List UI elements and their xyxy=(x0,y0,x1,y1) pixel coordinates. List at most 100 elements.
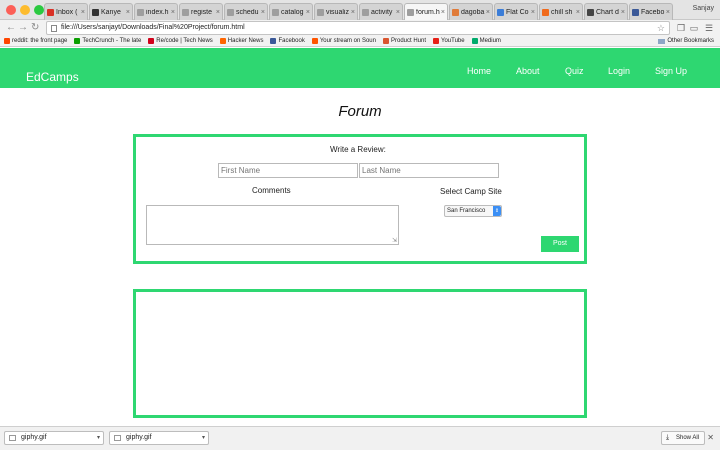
browser-tab[interactable]: Kanye × xyxy=(89,3,133,20)
browser-tab[interactable]: catalog × xyxy=(269,3,313,20)
minimize-window-button[interactable] xyxy=(20,5,30,15)
nav-link-home[interactable]: Home xyxy=(467,66,491,76)
tab-close-icon[interactable]: × xyxy=(531,9,535,16)
tab-label: Inbox ( xyxy=(56,8,78,16)
back-arrow-icon[interactable]: ← xyxy=(6,22,16,34)
browser-tab[interactable]: registe × xyxy=(179,3,223,20)
updown-arrow-icon: ⇕ xyxy=(493,206,501,216)
tab-label: forum.h xyxy=(416,8,440,16)
camp-site-selected: San Francisco xyxy=(447,208,486,214)
forward-arrow-icon[interactable]: → xyxy=(18,22,28,34)
chevron-down-icon[interactable]: ▾ xyxy=(202,432,205,444)
tab-favicon-icon xyxy=(587,8,594,16)
download-item[interactable]: giphy.gif ▾ xyxy=(4,431,104,445)
tab-close-icon[interactable]: × xyxy=(126,9,130,16)
tab-close-icon[interactable]: × xyxy=(576,9,580,16)
tab-favicon-icon xyxy=(317,8,324,16)
nav-link-login[interactable]: Login xyxy=(608,66,630,76)
tab-close-icon[interactable]: × xyxy=(171,9,175,16)
bookmark-item[interactable]: YouTube xyxy=(433,38,465,44)
menu-icon[interactable]: ☰ xyxy=(704,23,714,33)
post-button[interactable]: Post xyxy=(541,236,579,252)
browser-tab[interactable]: index.h × xyxy=(134,3,178,20)
show-all-label: Show All xyxy=(676,435,700,441)
bookmark-label: Facebook xyxy=(278,38,305,44)
tab-favicon-icon xyxy=(407,8,414,16)
tab-close-icon[interactable]: × xyxy=(666,9,670,16)
download-icon: ⤓ xyxy=(666,434,670,441)
chevron-down-icon[interactable]: ▾ xyxy=(97,432,100,444)
tab-close-icon[interactable]: × xyxy=(81,9,85,16)
browser-tab[interactable]: forum.h × xyxy=(404,3,448,20)
bookmark-item[interactable]: Facebook xyxy=(270,38,305,44)
reload-icon[interactable]: ↻ xyxy=(31,22,39,34)
other-bookmarks[interactable]: Other Bookmarks xyxy=(658,38,714,44)
nav-link-quiz[interactable]: Quiz xyxy=(565,66,584,76)
bookmark-favicon-icon xyxy=(311,38,318,44)
review-heading: Write a Review: xyxy=(330,145,386,154)
bookmark-label: Medium xyxy=(479,38,501,44)
profile-name[interactable]: Sanjay xyxy=(693,5,714,12)
address-bar[interactable]: file:///Users/sanjayt/Downloads/Final%20… xyxy=(46,21,670,35)
bookmark-label: Your stream on Soun xyxy=(319,38,376,44)
bookmark-item[interactable]: Your stream on Soun xyxy=(311,38,376,44)
tab-favicon-icon xyxy=(137,8,144,16)
tab-label: Kanye xyxy=(101,8,121,16)
bookmark-item[interactable]: Medium xyxy=(471,38,501,44)
bookmark-item[interactable]: Hacker News xyxy=(219,38,264,44)
tab-label: schedu xyxy=(236,8,259,16)
nav-link-signup[interactable]: Sign Up xyxy=(655,66,687,76)
bookmark-favicon-icon xyxy=(270,38,277,44)
tab-close-icon[interactable]: × xyxy=(441,9,445,16)
tab-label: index.h xyxy=(146,8,169,16)
camp-site-select[interactable]: San Francisco ⇕ xyxy=(444,205,502,217)
browser-tab[interactable]: Flat Co × xyxy=(494,3,538,20)
tab-label: activity xyxy=(371,8,393,16)
bookmark-label: Hacker News xyxy=(227,38,264,44)
tab-close-icon[interactable]: × xyxy=(396,9,400,16)
site-brand[interactable]: EdCamps xyxy=(26,70,79,84)
browser-tab[interactable]: Chart d × xyxy=(584,3,628,20)
zoom-window-button[interactable] xyxy=(34,5,44,15)
resize-handle-icon[interactable]: ⇲ xyxy=(392,237,397,244)
browser-tab[interactable]: schedu × xyxy=(224,3,268,20)
bookmark-item[interactable]: Re/code | Tech News xyxy=(148,38,213,44)
show-all-downloads-button[interactable]: ⤓ Show All xyxy=(661,431,705,445)
comments-label: Comments xyxy=(252,186,291,195)
bookmark-item[interactable]: TechCrunch - The late xyxy=(74,38,141,44)
tab-favicon-icon xyxy=(632,8,639,16)
tab-label: Chart d xyxy=(596,8,619,16)
bookmark-label: TechCrunch - The late xyxy=(82,38,142,44)
download-item[interactable]: giphy.gif ▾ xyxy=(109,431,209,445)
browser-tab[interactable]: activity × xyxy=(359,3,403,20)
bookmark-star-icon[interactable]: ☆ xyxy=(657,22,665,34)
extension-icon[interactable]: ❒ xyxy=(676,23,686,33)
bookmark-favicon-icon xyxy=(433,38,440,44)
tab-close-icon[interactable]: × xyxy=(486,9,490,16)
first-name-input[interactable] xyxy=(218,163,358,178)
close-window-button[interactable] xyxy=(6,5,16,15)
browser-tab[interactable]: dagoba × xyxy=(449,3,493,20)
browser-toolbar: ← → ↻ file:///Users/sanjayt/Downloads/Fi… xyxy=(0,20,720,36)
bookmark-favicon-icon xyxy=(148,38,155,44)
tab-close-icon[interactable]: × xyxy=(216,9,220,16)
last-name-input[interactable] xyxy=(359,163,499,178)
browser-tab[interactable]: chill sh × xyxy=(539,3,583,20)
browser-tab[interactable]: Inbox (× xyxy=(44,3,88,20)
tab-label: visualiz xyxy=(326,8,349,16)
bookmark-item[interactable]: Product Hunt xyxy=(382,38,426,44)
tab-close-icon[interactable]: × xyxy=(621,9,625,16)
page-icon xyxy=(51,25,57,32)
close-icon[interactable]: ✕ xyxy=(707,433,714,442)
nav-link-about[interactable]: About xyxy=(516,66,540,76)
browser-tab[interactable]: visualiz × xyxy=(314,3,358,20)
cast-icon[interactable]: ▭ xyxy=(689,23,699,33)
tab-favicon-icon xyxy=(47,8,54,16)
tab-label: dagoba xyxy=(461,8,485,16)
bookmark-item[interactable]: reddit: the front page xyxy=(4,38,67,44)
browser-tab[interactable]: Facebo × xyxy=(629,3,673,20)
comments-textarea[interactable]: ⇲ xyxy=(146,205,399,245)
tab-close-icon[interactable]: × xyxy=(261,9,265,16)
tab-close-icon[interactable]: × xyxy=(306,9,310,16)
tab-close-icon[interactable]: × xyxy=(351,9,355,16)
